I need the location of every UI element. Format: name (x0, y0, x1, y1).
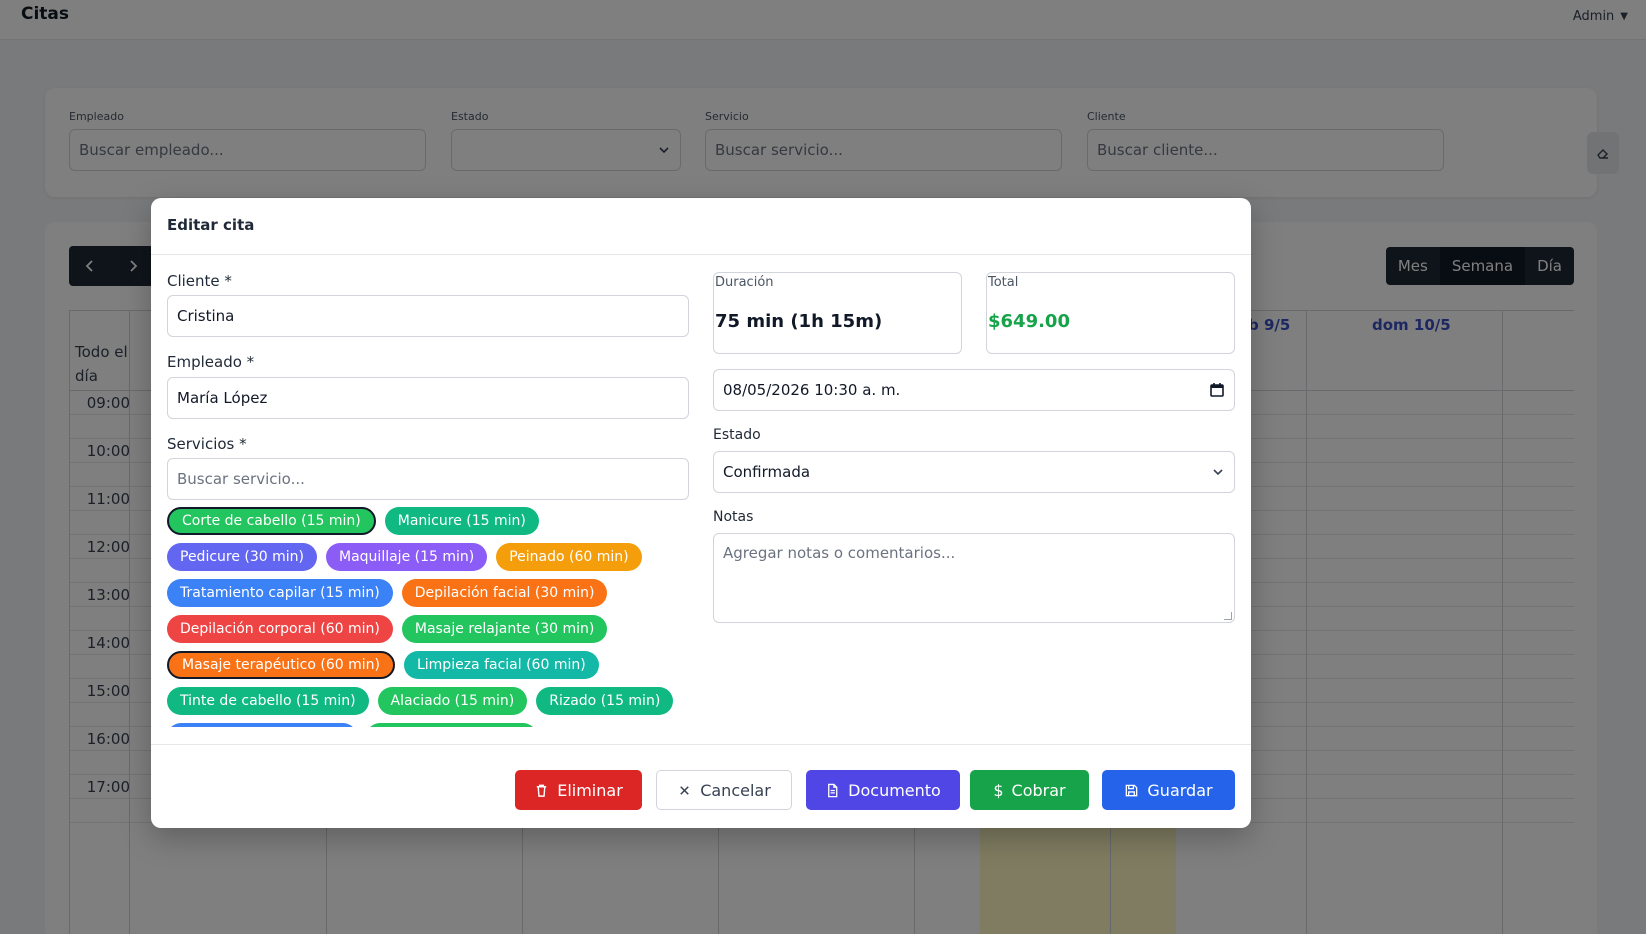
close-icon (680, 785, 689, 795)
service-chip[interactable]: Corte de cabello (15 min) (167, 507, 376, 535)
fecha-hora-input[interactable]: 08/05/2026 10:30 a. m. (713, 369, 1235, 411)
service-chip[interactable]: Pedicure (30 min) (167, 543, 318, 571)
service-chip[interactable]: Alaciado (15 min) (377, 687, 528, 715)
modal-header: Editar cita (151, 198, 1251, 255)
service-chip[interactable]: Rizado (15 min) (536, 687, 674, 715)
save-button-label: Guardar (1147, 780, 1213, 800)
chips-container: Corte de cabello (15 min) Manicure (15 mi… (167, 507, 687, 727)
estado-value: Confirmada (723, 463, 811, 481)
duracion-box: Duración 75 min (1h 15m) (713, 272, 962, 354)
trash-icon (537, 784, 547, 797)
total-value: $649.00 (988, 311, 1070, 332)
service-chip[interactable]: Depilación corporal (60 min) (167, 615, 393, 643)
total-box: Total $649.00 (986, 272, 1235, 354)
document-icon (828, 783, 838, 797)
calendar-icon[interactable] (1209, 382, 1225, 398)
document-button[interactable]: Documento (806, 770, 960, 810)
resize-handle-icon[interactable] (1224, 612, 1232, 620)
save-icon (1126, 784, 1138, 796)
service-chip[interactable]: Depilación facial (30 min) (401, 579, 608, 607)
edit-appointment-modal: Editar cita Cliente * Cristina Empleado … (151, 198, 1251, 828)
empleado-input[interactable]: María López (167, 377, 689, 419)
estado-select[interactable]: Confirmada (713, 451, 1235, 493)
servicios-label: Servicios * (167, 435, 247, 453)
estado-label: Estado (713, 427, 761, 443)
charge-button-label: Cobrar (1011, 780, 1066, 800)
delete-button-label: Eliminar (557, 780, 623, 800)
service-chip[interactable]: Masaje terapéutico (60 min) (167, 651, 395, 679)
modal-title: Editar cita (167, 216, 255, 234)
document-button-label: Documento (848, 780, 941, 800)
service-chip[interactable]: Spa de pies (60 min) (365, 723, 538, 727)
fecha-hora-value: 08/05/2026 10:30 a. m. (723, 381, 901, 399)
service-chip[interactable]: Spa de manos (15 min) (167, 723, 357, 727)
service-chip[interactable]: Limpieza facial (60 min) (403, 651, 599, 679)
charge-button[interactable]: $ Cobrar (970, 770, 1089, 810)
duracion-value: 75 min (1h 15m) (715, 311, 883, 332)
services-chip-list: Corte de cabello (15 min) Manicure (15 mi… (167, 507, 687, 727)
notas-label: Notas (713, 509, 754, 525)
service-chip[interactable]: Tinte de cabello (15 min) (167, 687, 369, 715)
empleado-label: Empleado * (167, 353, 255, 371)
cancel-button[interactable]: Cancelar (656, 770, 792, 810)
chevron-down-icon (1213, 469, 1223, 476)
service-chip[interactable]: Manicure (15 min) (384, 507, 539, 535)
servicio-search-input[interactable]: Buscar servicio... (167, 458, 689, 500)
save-button[interactable]: Guardar (1102, 770, 1235, 810)
cliente-input[interactable]: Cristina (167, 295, 689, 337)
total-label: Total (988, 275, 1019, 290)
notas-placeholder: Agregar notas o comentarios... (723, 544, 956, 562)
service-chip[interactable]: Maquillaje (15 min) (326, 543, 488, 571)
service-chip[interactable]: Peinado (60 min) (496, 543, 642, 571)
cliente-label: Cliente * (167, 272, 232, 290)
duracion-label: Duración (715, 275, 774, 290)
delete-button[interactable]: Eliminar (515, 770, 642, 810)
modal-footer (151, 744, 1251, 745)
service-chip[interactable]: Masaje relajante (30 min) (401, 615, 608, 643)
dollar-icon: $ (993, 780, 1004, 800)
service-chip[interactable]: Tratamiento capilar (15 min) (167, 579, 393, 607)
notas-textarea[interactable]: Agregar notas o comentarios... (713, 533, 1235, 623)
cancel-button-label: Cancelar (700, 780, 771, 800)
